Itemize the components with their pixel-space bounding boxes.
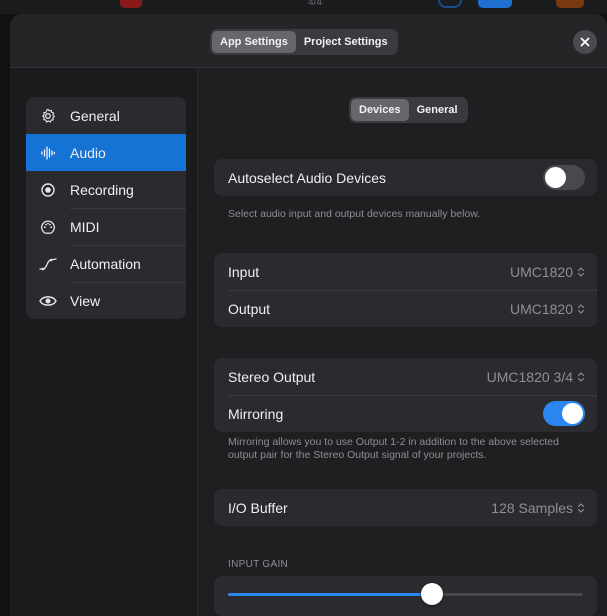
sidebar-item-midi[interactable]: MIDI <box>26 208 186 245</box>
gear-icon <box>38 106 58 126</box>
sidebar-item-general[interactable]: General <box>26 97 186 134</box>
active-tool-button <box>478 0 512 8</box>
stereo-output-label: Stereo Output <box>228 368 316 385</box>
sidebar-item-label: View <box>70 292 101 309</box>
tab-project-settings[interactable]: Project Settings <box>296 31 396 53</box>
record-indicator <box>120 0 142 8</box>
mirroring-toggle[interactable] <box>543 401 585 426</box>
io-buffer-row[interactable]: I/O Buffer 128 Samples <box>214 489 597 526</box>
toggle-knob <box>545 167 566 188</box>
settings-scope-tabs: App Settings Project Settings <box>210 29 398 55</box>
tab-app-settings[interactable]: App Settings <box>212 31 296 53</box>
toggle-knob <box>562 403 583 424</box>
automation-curve-icon <box>38 254 58 274</box>
output-row[interactable]: Output UMC1820 <box>214 290 597 327</box>
io-card: Input UMC1820 Output UMC1820 <box>214 253 597 327</box>
chevron-up-down-icon <box>577 371 585 382</box>
input-device-value: UMC1820 <box>509 263 573 280</box>
sidebar-item-view[interactable]: View <box>26 282 186 319</box>
settings-sheet: App Settings Project Settings General Au… <box>10 14 607 616</box>
midi-port-icon <box>38 217 58 237</box>
autoselect-note: Select audio input and output devices ma… <box>228 208 481 220</box>
sidebar-item-automation[interactable]: Automation <box>26 245 186 282</box>
mirroring-label: Mirroring <box>228 405 284 422</box>
mirroring-row: Mirroring <box>214 395 597 432</box>
sidebar-item-audio[interactable]: Audio <box>26 134 186 171</box>
page-indicator: 4/4 <box>308 0 322 8</box>
output-label: Output <box>228 300 271 317</box>
record-icon <box>38 180 58 200</box>
autoselect-card: Autoselect Audio Devices <box>214 159 597 196</box>
chevron-up-down-icon <box>577 303 585 314</box>
input-label: Input <box>228 263 260 280</box>
eye-icon <box>38 291 58 311</box>
input-device-select[interactable]: UMC1820 <box>510 264 585 280</box>
sidebar-item-recording[interactable]: Recording <box>26 171 186 208</box>
autoselect-toggle[interactable] <box>543 165 585 190</box>
tab-devices[interactable]: Devices <box>351 99 409 121</box>
sidebar-item-label: General <box>70 107 120 124</box>
settings-sidebar: General Audio Recording MIDI Automation … <box>26 97 186 319</box>
sidebar-item-label: Automation <box>70 255 141 272</box>
tab-general[interactable]: General <box>409 99 466 121</box>
host-toolbar-strip: 4/4 <box>0 0 607 14</box>
sidebar-item-label: Audio <box>70 144 106 161</box>
stereo-output-select[interactable]: UMC1820 3/4 <box>487 369 585 385</box>
output-device-value: UMC1820 <box>509 300 573 317</box>
io-buffer-label: I/O Buffer <box>228 499 288 516</box>
input-row[interactable]: Input UMC1820 <box>214 253 597 290</box>
slider-fill <box>228 593 433 596</box>
io-buffer-card: I/O Buffer 128 Samples <box>214 489 597 526</box>
sidebar-pane: General Audio Recording MIDI Automation … <box>10 68 198 616</box>
sidebar-item-label: Recording <box>70 181 134 198</box>
audio-subtabs: Devices General <box>349 97 468 123</box>
sidebar-item-label: MIDI <box>70 218 100 235</box>
chevron-up-down-icon <box>577 502 585 513</box>
input-gain-caption: INPUT GAIN <box>228 559 289 570</box>
ring-indicator <box>438 0 462 8</box>
autoselect-row: Autoselect Audio Devices <box>214 159 597 196</box>
chevron-up-down-icon <box>577 266 585 277</box>
slider-thumb[interactable] <box>421 583 444 605</box>
close-button[interactable] <box>573 30 597 54</box>
io-buffer-select[interactable]: 128 Samples <box>491 500 585 516</box>
settings-header: App Settings Project Settings <box>10 14 607 68</box>
stereo-output-card: Stereo Output UMC1820 3/4 Mirroring <box>214 358 597 432</box>
stereo-output-value: UMC1820 3/4 <box>486 368 573 385</box>
output-device-select[interactable]: UMC1820 <box>510 301 585 317</box>
stereo-output-row[interactable]: Stereo Output UMC1820 3/4 <box>214 358 597 395</box>
io-buffer-value: 128 Samples <box>491 499 573 516</box>
input-gain-slider[interactable] <box>228 583 583 605</box>
accent-tool-button <box>556 0 584 8</box>
waveform-icon <box>38 143 58 163</box>
close-icon <box>580 37 590 47</box>
mirroring-note: Mirroring allows you to use Output 1-2 i… <box>228 436 559 461</box>
autoselect-label: Autoselect Audio Devices <box>228 169 386 186</box>
